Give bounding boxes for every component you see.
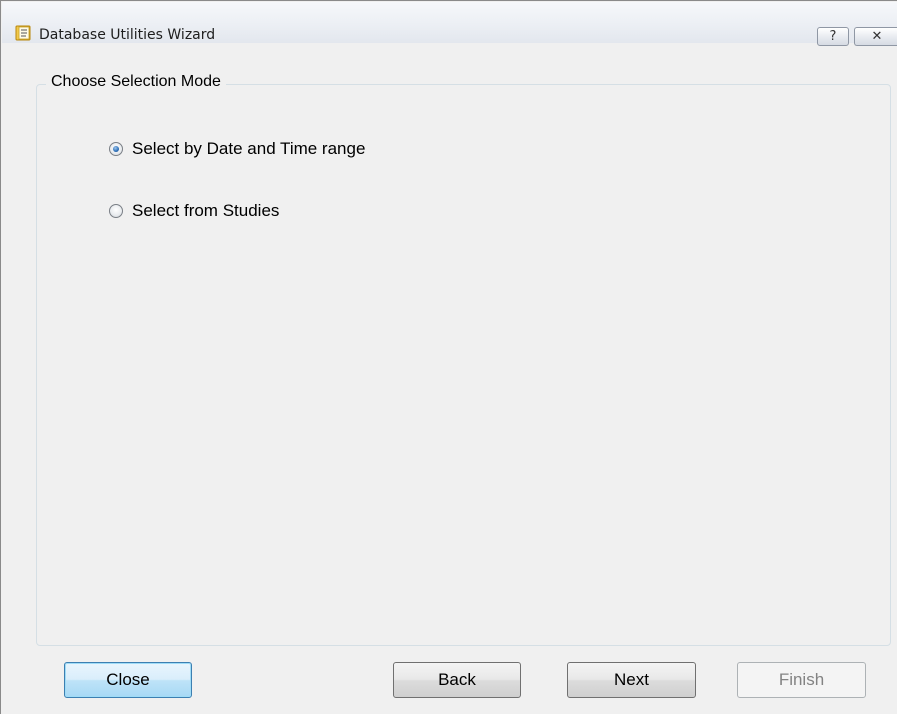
radio-option-date-time[interactable]: Select by Date and Time range	[109, 137, 365, 161]
back-button[interactable]: Back	[393, 662, 521, 698]
radio-option-studies[interactable]: Select from Studies	[109, 199, 279, 223]
radio-label[interactable]: Select by Date and Time range	[132, 139, 365, 159]
wizard-book-icon	[15, 25, 31, 41]
radio-button[interactable]	[109, 204, 123, 218]
close-button[interactable]: Close	[64, 662, 192, 698]
help-button[interactable]: ?	[817, 27, 849, 46]
radio-label[interactable]: Select from Studies	[132, 201, 279, 221]
close-icon: ✕	[871, 29, 883, 44]
window-close-button[interactable]: ✕	[854, 27, 897, 46]
window-title: Database Utilities Wizard	[39, 27, 216, 43]
group-legend: Choose Selection Mode	[46, 73, 226, 91]
next-button[interactable]: Next	[567, 662, 696, 698]
help-icon: ?	[829, 29, 837, 44]
radio-button-checked[interactable]	[109, 142, 123, 156]
finish-button[interactable]: Finish	[737, 662, 866, 698]
title-bar[interactable]: Database Utilities Wizard ? ✕	[2, 2, 897, 46]
selection-mode-group	[36, 84, 891, 646]
wizard-window: Database Utilities Wizard ? ✕ Choose Sel…	[0, 0, 897, 714]
